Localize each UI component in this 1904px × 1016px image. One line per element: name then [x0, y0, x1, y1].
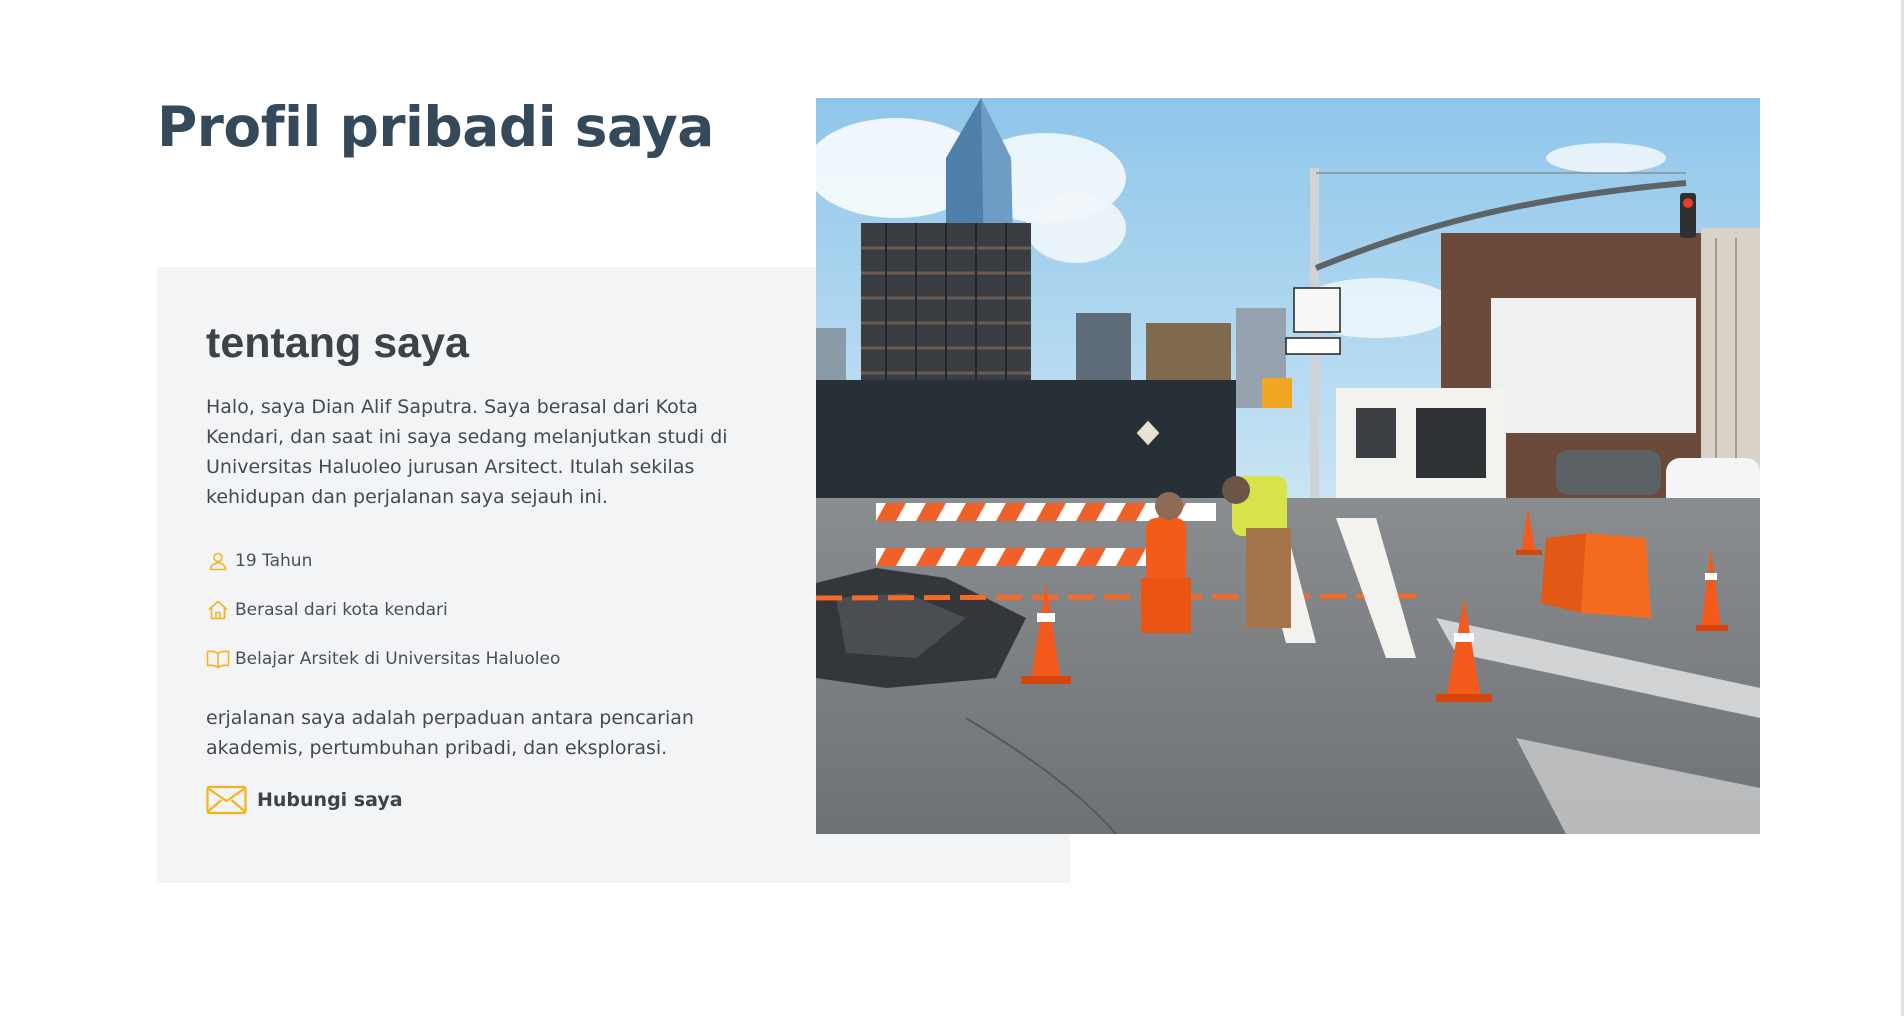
about-heading: tentang saya	[206, 319, 469, 367]
about-content: tentang saya Halo, saya Dian Alif Saputr…	[206, 319, 766, 820]
fact-study-text: Belajar Arsitek di Universitas Haluoleo	[235, 648, 561, 669]
closing-paragraph: erjalanan saya adalah perpaduan antara p…	[206, 707, 694, 759]
contact-button-label: Hubungi saya	[257, 789, 403, 811]
fact-age: 19 Tahun	[206, 536, 766, 585]
fact-age-text: 19 Tahun	[235, 550, 313, 571]
contact-button[interactable]: Hubungi saya	[206, 785, 403, 815]
user-icon	[206, 549, 230, 573]
page-title: Profil pribadi saya	[157, 95, 714, 159]
mail-icon	[206, 785, 247, 815]
book-icon	[206, 647, 230, 671]
facts-list: 19 Tahun Berasal dari kota kendari Belaj…	[206, 536, 766, 683]
profile-page: Profil pribadi saya tentang saya Halo, s…	[0, 0, 1904, 1016]
home-icon	[206, 598, 230, 622]
about-paragraph: Halo, saya Dian Alif Saputra. Saya beras…	[206, 396, 728, 508]
fact-origin: Berasal dari kota kendari	[206, 585, 766, 634]
fact-study: Belajar Arsitek di Universitas Haluoleo	[206, 634, 766, 683]
street-construction-photo	[816, 98, 1760, 834]
fact-origin-text: Berasal dari kota kendari	[235, 599, 448, 620]
